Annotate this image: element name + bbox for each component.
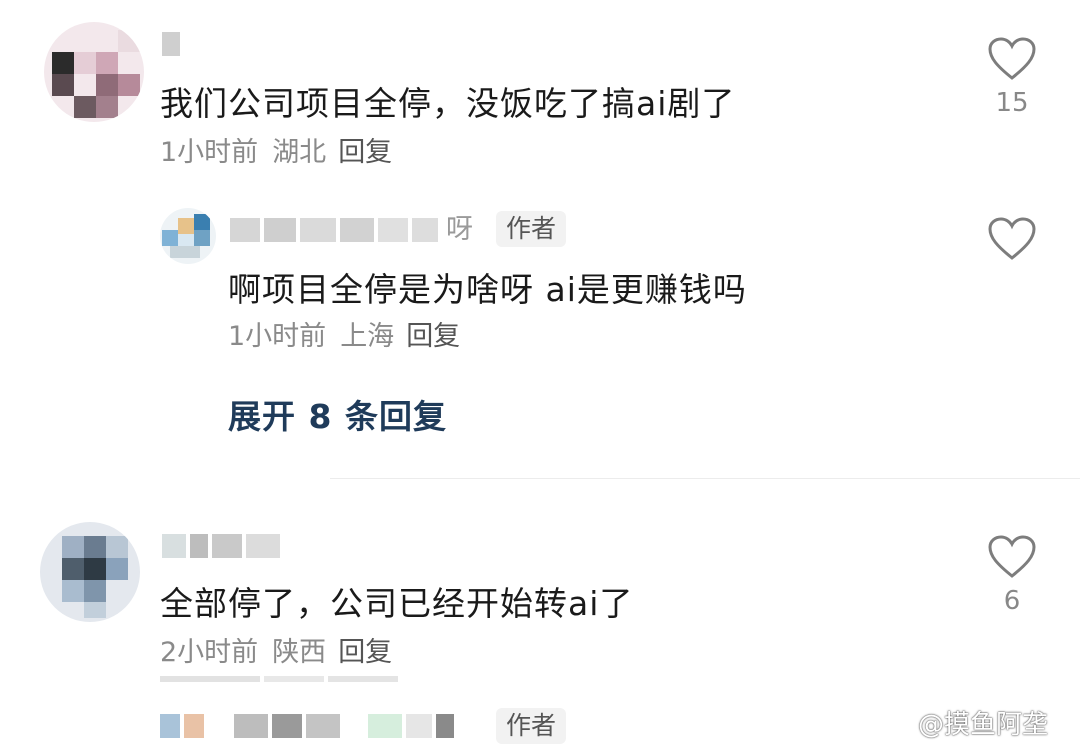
avatar[interactable] bbox=[160, 208, 216, 264]
like-count: 15 bbox=[995, 88, 1029, 118]
reply-avatar-blurred[interactable] bbox=[160, 714, 204, 738]
reply-location: 上海 bbox=[340, 321, 395, 352]
reply-button[interactable]: 回复 bbox=[338, 137, 392, 168]
expand-replies-link[interactable]: 展开 8 条回复 bbox=[228, 390, 447, 438]
username-blurred[interactable] bbox=[230, 218, 438, 242]
reply-button[interactable]: 回复 bbox=[406, 321, 460, 352]
heart-outline-icon bbox=[988, 37, 1036, 80]
comment-text: 我们公司项目全停，没饭吃了搞ai剧了 bbox=[160, 84, 736, 123]
like-button[interactable]: 15 bbox=[982, 36, 1042, 118]
username-blurred[interactable] bbox=[162, 534, 280, 558]
reply-text: 啊项目全停是为啥呀 ai是更赚钱吗 bbox=[228, 270, 747, 309]
comment-location: 湖北 bbox=[272, 137, 327, 168]
like-count: 6 bbox=[1003, 586, 1021, 616]
comment-location: 陕西 bbox=[272, 637, 327, 668]
comment-time: 1小时前 bbox=[160, 137, 259, 168]
like-button[interactable]: 6 bbox=[982, 534, 1042, 616]
divider bbox=[330, 478, 1080, 479]
username-blurred bbox=[160, 676, 398, 682]
comment-text: 全部停了，公司已经开始转ai了 bbox=[160, 584, 634, 623]
avatar[interactable] bbox=[40, 522, 140, 622]
like-button[interactable] bbox=[982, 216, 1042, 262]
watermark: @摸鱼阿垄 bbox=[918, 710, 1049, 740]
comment-time: 2小时前 bbox=[160, 637, 259, 668]
reply-meta: 1小时前 上海 回复 bbox=[228, 320, 460, 354]
username-blurred[interactable] bbox=[162, 32, 180, 56]
avatar[interactable] bbox=[44, 22, 144, 122]
comment-meta: 1小时前 湖北 回复 bbox=[160, 136, 392, 170]
comment-meta: 2小时前 陕西 回复 bbox=[160, 636, 392, 670]
reply-time: 1小时前 bbox=[228, 321, 327, 352]
author-badge: 作者 bbox=[496, 211, 567, 247]
username-blurred[interactable] bbox=[234, 714, 454, 738]
heart-outline-icon bbox=[988, 217, 1036, 260]
username-tail: 呀 bbox=[446, 214, 473, 245]
author-badge: 作者 bbox=[496, 708, 567, 744]
heart-outline-icon bbox=[988, 535, 1036, 578]
reply-button[interactable]: 回复 bbox=[338, 637, 392, 668]
